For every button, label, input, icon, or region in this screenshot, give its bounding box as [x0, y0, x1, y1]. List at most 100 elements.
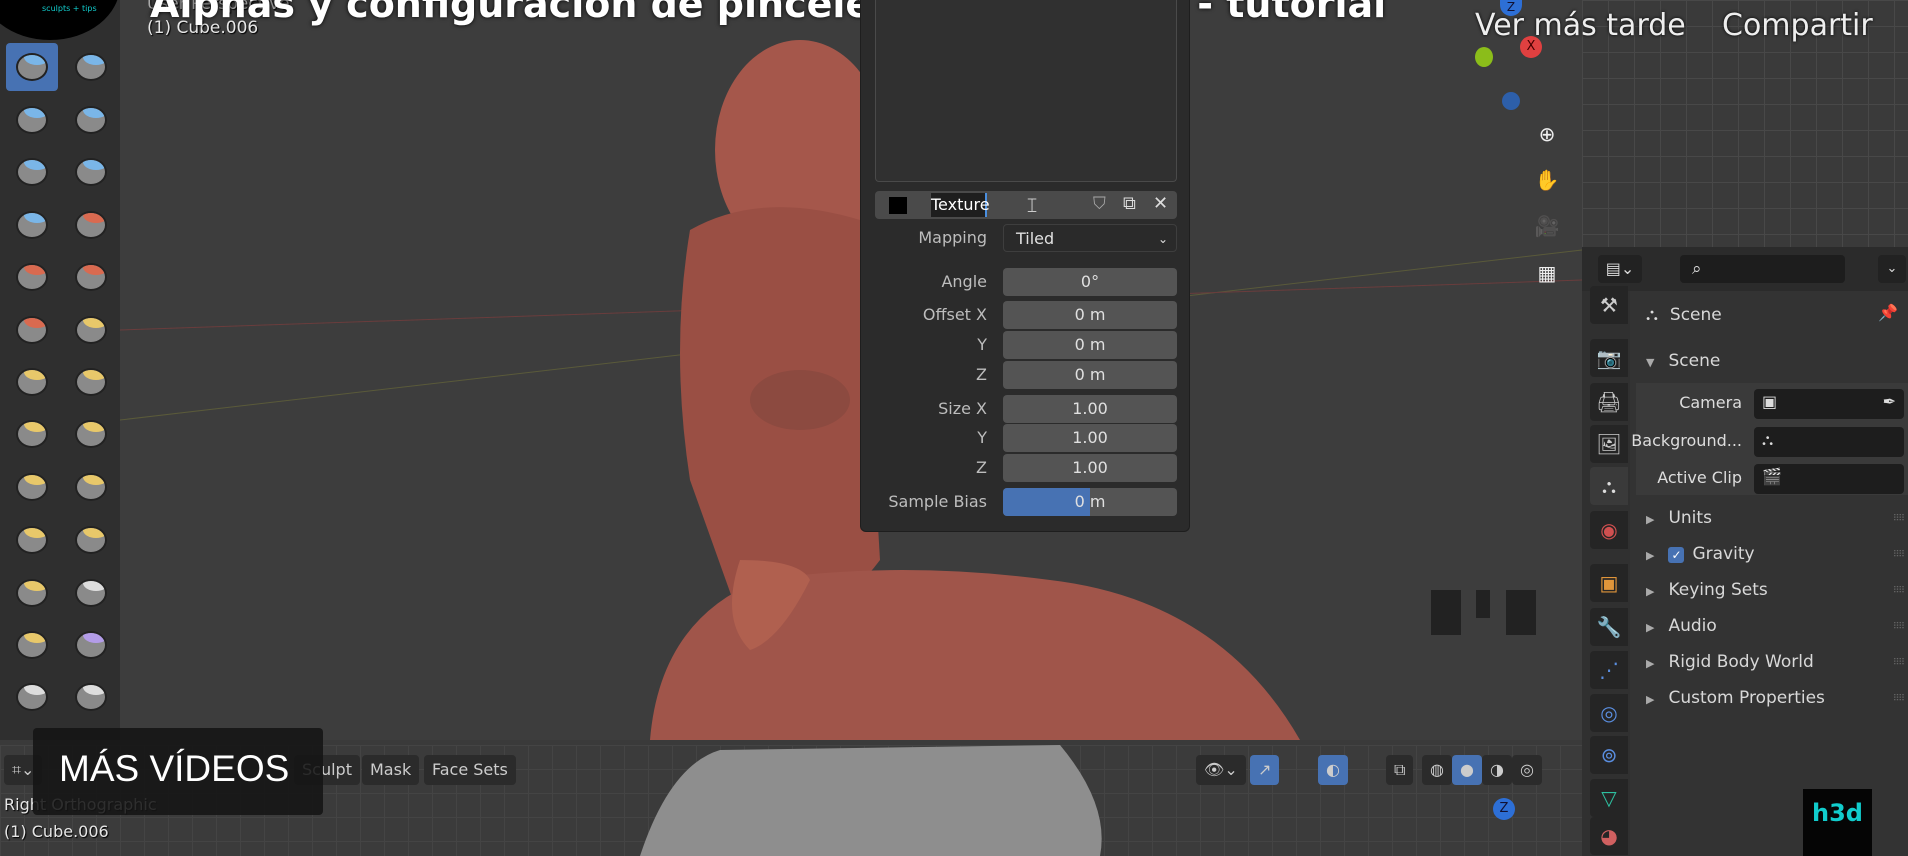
- brush-tool-icon[interactable]: [6, 306, 58, 354]
- tex-row-field[interactable]: 0 m: [1003, 331, 1177, 359]
- texture-name-input[interactable]: Texture: [931, 193, 990, 217]
- view-layer-icon[interactable]: 🖼: [1590, 425, 1628, 463]
- brush-tool-icon[interactable]: [65, 148, 117, 196]
- brush-tool-icon[interactable]: [65, 43, 117, 91]
- video-title[interactable]: Alphas y configuración de pinceles para …: [150, 0, 1386, 26]
- solid-shading[interactable]: ●: [1452, 755, 1482, 785]
- duplicate-icon[interactable]: ⧉: [1123, 193, 1136, 214]
- brush-tool-icon[interactable]: [65, 306, 117, 354]
- brush-tool-icon[interactable]: [65, 673, 117, 721]
- world-icon[interactable]: ◉: [1590, 511, 1628, 549]
- brush-tool-icon[interactable]: [65, 96, 117, 144]
- brush-tool-icon[interactable]: [6, 201, 58, 249]
- brush-tool-icon[interactable]: [65, 463, 117, 511]
- texture-selector[interactable]: Texture 𝙸 ⛉ ⧉ ✕: [875, 191, 1177, 219]
- texture-thumbnail[interactable]: [889, 197, 907, 214]
- menu-mask[interactable]: Mask: [362, 755, 420, 785]
- particles-icon[interactable]: ⋰: [1590, 651, 1628, 689]
- drag-grip-icon[interactable]: ⠿⠿: [1893, 514, 1905, 524]
- brush-tool-icon[interactable]: [6, 621, 58, 669]
- subpanel-header[interactable]: ▶ Custom Properties: [1646, 688, 1825, 708]
- tex-row-field[interactable]: 1.00: [1003, 454, 1177, 482]
- brush-tool-icon[interactable]: [6, 516, 58, 564]
- tex-row-field[interactable]: 1.00: [1003, 395, 1177, 423]
- menu-face-sets[interactable]: Face Sets: [424, 755, 516, 785]
- brush-tool-icon[interactable]: [65, 410, 117, 458]
- overlay-toggle[interactable]: ◐: [1318, 755, 1348, 785]
- unlink-close-icon[interactable]: ✕: [1153, 193, 1168, 214]
- subpanel-header[interactable]: ▶ Keying Sets: [1646, 580, 1768, 600]
- gizmo-z-negative[interactable]: [1502, 92, 1520, 110]
- zoom-icon[interactable]: ⊕: [1530, 117, 1564, 151]
- brush-tool-icon[interactable]: [65, 516, 117, 564]
- brush-tool-icon[interactable]: [6, 410, 58, 458]
- brush-tool-icon[interactable]: [6, 43, 58, 91]
- brush-tool-icon[interactable]: [65, 358, 117, 406]
- xray-toggle[interactable]: ⧉: [1386, 755, 1414, 785]
- orthographic-grid-icon[interactable]: ▦: [1530, 256, 1564, 290]
- pin-icon[interactable]: 📌: [1878, 303, 1898, 322]
- visibility-dropdown[interactable]: 👁⌄: [1196, 755, 1246, 785]
- tex-row-field[interactable]: 0°: [1003, 268, 1177, 296]
- drag-grip-icon[interactable]: ⠿⠿: [1893, 658, 1905, 668]
- fake-user-shield-icon[interactable]: ⛉: [1093, 194, 1106, 214]
- brush-tool-icon[interactable]: [6, 358, 58, 406]
- material-shading[interactable]: ◑: [1482, 755, 1512, 785]
- scene-icon[interactable]: ⛬: [1590, 467, 1628, 505]
- sample-bias-slider[interactable]: 0 m: [1003, 488, 1177, 516]
- wireframe-shading[interactable]: ◍: [1422, 755, 1452, 785]
- render-icon[interactable]: 📷: [1590, 339, 1628, 377]
- modifier-wrench-icon[interactable]: 🔧: [1590, 608, 1628, 646]
- gizmo-toggle[interactable]: ↗: [1250, 755, 1280, 785]
- subpanel-header[interactable]: ▶ ✓ Gravity: [1646, 544, 1755, 564]
- brush-tool-icon[interactable]: [6, 96, 58, 144]
- object-icon[interactable]: ▣: [1590, 564, 1628, 602]
- brush-tool-icon[interactable]: [6, 148, 58, 196]
- subpanel-header[interactable]: ▶ Audio: [1646, 616, 1717, 636]
- share-button[interactable]: Compartir: [1722, 8, 1873, 43]
- drag-grip-icon[interactable]: ⠿⠿: [1893, 622, 1905, 632]
- brush-tool-icon[interactable]: [6, 569, 58, 617]
- physics-icon[interactable]: ◎: [1590, 694, 1628, 732]
- background-scene-field[interactable]: ⛬: [1754, 427, 1904, 457]
- brush-tool-icon[interactable]: [65, 253, 117, 301]
- eyedropper-icon[interactable]: ✒: [1883, 392, 1896, 411]
- bottom-gizmo-z[interactable]: Z: [1493, 798, 1515, 820]
- brush-tool-icon[interactable]: [6, 253, 58, 301]
- tex-row-field[interactable]: 1.00: [1003, 424, 1177, 452]
- output-icon[interactable]: 🖨: [1590, 383, 1628, 421]
- gizmo-y-negative[interactable]: [1475, 47, 1493, 67]
- tex-row-field[interactable]: 0 m: [1003, 301, 1177, 329]
- tool-icon[interactable]: ⚒: [1590, 286, 1628, 324]
- gravity-checkbox[interactable]: ✓: [1668, 547, 1685, 563]
- more-videos-button[interactable]: MÁS VÍDEOS: [33, 728, 323, 815]
- camera-field[interactable]: ▣ ✒: [1754, 389, 1904, 419]
- brush-tool-icon[interactable]: [65, 569, 117, 617]
- constraints-icon[interactable]: ⊚: [1590, 736, 1628, 774]
- camera-view-icon[interactable]: 🎥: [1530, 209, 1564, 243]
- subpanel-header[interactable]: ▶ Rigid Body World: [1646, 652, 1814, 672]
- material-icon[interactable]: ◕: [1590, 817, 1628, 855]
- subpanel-header[interactable]: ▶ Units: [1646, 508, 1712, 528]
- editor-type-icon[interactable]: ▤⌄: [1598, 255, 1642, 283]
- brush-tool-icon[interactable]: [6, 463, 58, 511]
- active-clip-field[interactable]: 🎬: [1754, 464, 1904, 494]
- collapsed-triangle-icon: ▶: [1646, 621, 1655, 634]
- watch-later-button[interactable]: Ver más tarde: [1475, 8, 1686, 43]
- brush-tool-icon[interactable]: [6, 673, 58, 721]
- tex-row-field[interactable]: 0 m: [1003, 361, 1177, 389]
- drag-grip-icon[interactable]: ⠿⠿: [1893, 586, 1905, 596]
- 3d-viewport[interactable]: User Perspective (1) Cube.006 Alphas y c…: [0, 0, 1582, 740]
- drag-grip-icon[interactable]: ⠿⠿: [1893, 694, 1905, 704]
- options-dropdown[interactable]: ⌄: [1878, 255, 1906, 283]
- drag-grip-icon[interactable]: ⠿⠿: [1893, 550, 1905, 560]
- data-mesh-icon[interactable]: ▽: [1590, 779, 1628, 817]
- pan-hand-icon[interactable]: ✋: [1530, 163, 1564, 197]
- brush-tool-icon[interactable]: [65, 201, 117, 249]
- brush-tool-icon[interactable]: [65, 621, 117, 669]
- overlay-block: [1506, 590, 1536, 635]
- rendered-shading[interactable]: ◎: [1512, 755, 1542, 785]
- scene-panel-header[interactable]: ▼ Scene: [1646, 351, 1720, 371]
- mapping-dropdown[interactable]: Tiled ⌄: [1003, 224, 1177, 252]
- properties-search-input[interactable]: ⌕: [1680, 255, 1845, 283]
